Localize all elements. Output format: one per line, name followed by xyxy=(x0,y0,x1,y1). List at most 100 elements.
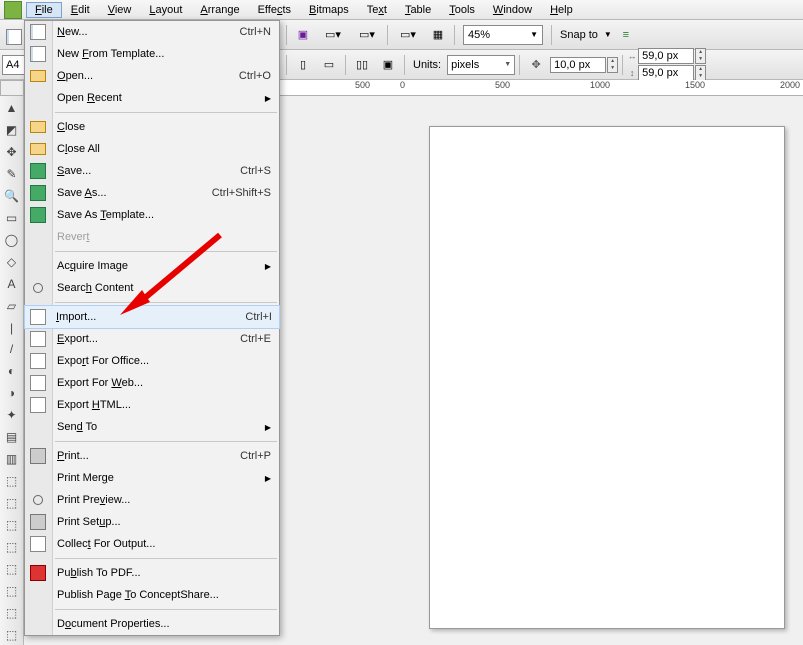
menu-item-print-merge[interactable]: Print Merge▶ xyxy=(25,467,279,489)
menu-separator xyxy=(55,302,277,303)
menu-item-export-for-office[interactable]: Export For Office... xyxy=(25,350,279,372)
menu-item-label: New... xyxy=(57,26,88,38)
rectangle-tool[interactable]: ▭ xyxy=(2,208,22,228)
menu-window[interactable]: Window xyxy=(484,2,541,18)
menu-bitmaps[interactable]: Bitmaps xyxy=(300,2,358,18)
star-tool[interactable]: ✦ xyxy=(2,405,22,425)
blend-tool[interactable]: ◐ xyxy=(2,361,22,381)
menu-item-search-content[interactable]: Search Content xyxy=(25,277,279,299)
launch2-dropdown[interactable]: ▭▾ xyxy=(351,23,383,47)
eyedropper-tool[interactable]: ⬚ xyxy=(2,625,22,645)
separator xyxy=(286,25,287,45)
pick-tool[interactable]: ▲ xyxy=(2,98,22,118)
menu-item-open[interactable]: Open...Ctrl+O xyxy=(25,65,279,87)
menu-item-print-preview[interactable]: Print Preview... xyxy=(25,489,279,511)
menu-item-send-to[interactable]: Send To▶ xyxy=(25,416,279,438)
freehand-tool[interactable]: ✎ xyxy=(2,164,22,184)
menu-item-label: Save As... xyxy=(57,187,107,199)
menu-shortcut: Ctrl+P xyxy=(240,450,271,462)
text-tool[interactable]: A xyxy=(2,274,22,294)
menu-item-export[interactable]: Export...Ctrl+E xyxy=(25,328,279,350)
spiral-tool[interactable]: ⬚ xyxy=(2,471,22,491)
facing-pages-icon[interactable]: ▣ xyxy=(376,53,400,77)
launch-dropdown[interactable]: ▭▾ xyxy=(317,23,349,47)
menu-arrange[interactable]: Arrange xyxy=(191,2,248,18)
flowchart-tool[interactable]: ⬚ xyxy=(2,537,22,557)
menu-item-import[interactable]: Import...Ctrl+I xyxy=(24,305,280,329)
ellipse-tool[interactable]: ◯ xyxy=(2,230,22,250)
orientation-portrait-icon[interactable]: ▯ xyxy=(291,53,315,77)
spinner[interactable]: ▲▼ xyxy=(695,48,706,64)
units-combobox[interactable]: pixels ▼ xyxy=(447,55,515,75)
menu-item-publish-to-pdf[interactable]: Publish To PDF... xyxy=(25,562,279,584)
menu-item-label: Print... xyxy=(57,450,89,462)
polygon-tool[interactable]: ◇ xyxy=(2,252,22,272)
contour-tool[interactable]: ◑ xyxy=(2,383,22,403)
menu-effects[interactable]: Effects xyxy=(249,2,300,18)
menu-item-label: Close All xyxy=(57,143,100,155)
menu-item-document-properties[interactable]: Document Properties... xyxy=(25,613,279,635)
app-switch-icon[interactable]: ▦ xyxy=(426,23,450,47)
menu-item-new-from-template[interactable]: New From Template... xyxy=(25,43,279,65)
snap-options-icon[interactable]: ≡ xyxy=(614,23,638,47)
menu-item-open-recent[interactable]: Open Recent▶ xyxy=(25,87,279,109)
nudge-distance-field[interactable]: 10,0 px xyxy=(550,57,606,73)
dup-y-icon: ↕ xyxy=(627,68,637,78)
save-icon xyxy=(30,185,46,201)
crop-tool[interactable]: ✥ xyxy=(2,142,22,162)
duplicate-y-field[interactable]: 59,0 px xyxy=(638,65,694,81)
menu-item-save-as[interactable]: Save As...Ctrl+Shift+S xyxy=(25,182,279,204)
menu-item-save-as-template[interactable]: Save As Template... xyxy=(25,204,279,226)
menu-text[interactable]: Text xyxy=(358,2,396,18)
menu-item-label: New From Template... xyxy=(57,48,164,60)
folder-icon xyxy=(30,119,46,135)
menu-item-collect-for-output[interactable]: Collect For Output... xyxy=(25,533,279,555)
menu-separator xyxy=(55,112,277,113)
menu-edit[interactable]: Edit xyxy=(62,2,99,18)
zoom-tool[interactable]: 🔍 xyxy=(2,186,22,206)
menu-view[interactable]: View xyxy=(99,2,141,18)
page-layout-icon[interactable]: ▯▯ xyxy=(350,53,374,77)
nudge-icon: ✥ xyxy=(524,53,548,77)
units-label: Units: xyxy=(409,59,445,71)
menu-item-print[interactable]: Print... Ctrl+P xyxy=(25,445,279,467)
menu-item-label: Search Content xyxy=(57,282,133,294)
arrow-shapes-tool[interactable]: ⬚ xyxy=(2,515,22,535)
menu-item-publish-page-to-conceptshare[interactable]: Publish Page To ConceptShare... xyxy=(25,584,279,606)
table-tool[interactable]: ▤ xyxy=(2,427,22,447)
menu-item-close-all[interactable]: Close All xyxy=(25,138,279,160)
duplicate-x-field[interactable]: 59,0 px xyxy=(638,48,694,64)
new-doc-icon[interactable] xyxy=(2,25,26,49)
spinner[interactable]: ▲▼ xyxy=(607,57,618,73)
menu-item-new[interactable]: New...Ctrl+N xyxy=(25,21,279,43)
menu-table[interactable]: Table xyxy=(396,2,440,18)
menu-file[interactable]: File xyxy=(26,2,62,18)
smart-fill-tool[interactable]: ⬚ xyxy=(2,603,22,623)
menu-tools[interactable]: Tools xyxy=(440,2,484,18)
menu-item-save[interactable]: Save...Ctrl+S xyxy=(25,160,279,182)
orientation-landscape-icon[interactable]: ▭ xyxy=(317,53,341,77)
menu-item-acquire-image[interactable]: Acquire Image▶ xyxy=(25,255,279,277)
pointer-tool-icon[interactable]: ▣ xyxy=(291,23,315,47)
menu-layout[interactable]: Layout xyxy=(140,2,191,18)
menu-help[interactable]: Help xyxy=(541,2,582,18)
graph-paper-tool[interactable]: ▥ xyxy=(2,449,22,469)
parallel-dim-tool[interactable]: ▱ xyxy=(2,296,22,316)
connector-tool[interactable]: | xyxy=(2,318,22,338)
line-tool[interactable]: / xyxy=(2,339,22,359)
basic-shapes-tool[interactable]: ⬚ xyxy=(2,493,22,513)
chevron-down-icon[interactable]: ▼ xyxy=(604,30,612,39)
zoom-combobox[interactable]: 45% ▼ xyxy=(463,25,543,45)
banner-tool[interactable]: ⬚ xyxy=(2,559,22,579)
document-page[interactable] xyxy=(429,126,785,629)
ruler-tick: 0 xyxy=(400,80,405,90)
menu-item-close[interactable]: Close xyxy=(25,116,279,138)
menu-item-print-setup[interactable]: Print Setup... xyxy=(25,511,279,533)
shape-tool[interactable]: ◩ xyxy=(2,120,22,140)
menu-item-export-html[interactable]: Export HTML... xyxy=(25,394,279,416)
spinner[interactable]: ▲▼ xyxy=(695,65,706,81)
submenu-arrow-icon: ▶ xyxy=(265,262,271,271)
callout-tool[interactable]: ⬚ xyxy=(2,581,22,601)
menu-item-export-for-web[interactable]: Export For Web... xyxy=(25,372,279,394)
window-dropdown[interactable]: ▭▾ xyxy=(392,23,424,47)
